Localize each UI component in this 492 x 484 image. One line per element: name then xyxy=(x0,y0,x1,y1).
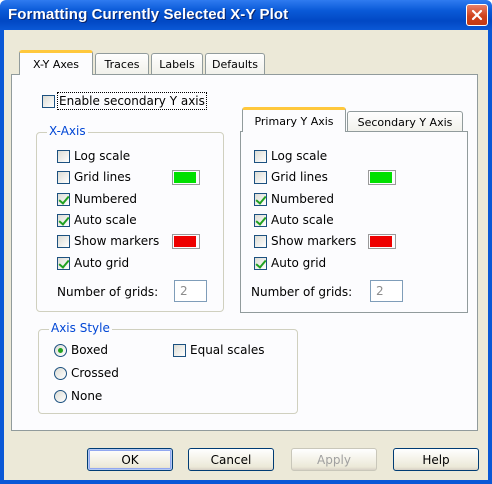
close-icon xyxy=(471,9,483,21)
y-log-scale-label[interactable]: Log scale xyxy=(271,149,327,163)
tab-traces[interactable]: Traces xyxy=(95,53,149,75)
tab-defaults[interactable]: Defaults xyxy=(205,53,265,75)
tab-label: Labels xyxy=(159,58,195,71)
tab-label: Defaults xyxy=(212,58,258,71)
y-numbered-checkbox[interactable] xyxy=(254,193,267,206)
y-grid-lines-label[interactable]: Grid lines xyxy=(271,170,328,184)
axis-style-group-title: Axis Style xyxy=(49,321,112,335)
title-bar[interactable]: Formatting Currently Selected X-Y Plot xyxy=(0,0,492,30)
equal-scales-label[interactable]: Equal scales xyxy=(190,343,264,357)
y-numbered-label[interactable]: Numbered xyxy=(271,192,334,206)
x-grid-lines-label[interactable]: Grid lines xyxy=(74,170,131,184)
x-numbered-label[interactable]: Numbered xyxy=(74,192,137,206)
cancel-button-label: Cancel xyxy=(210,452,252,467)
tab-x-y-axes[interactable]: X-Y Axes xyxy=(19,50,93,75)
y-auto-scale-checkbox[interactable] xyxy=(254,214,267,227)
axis-style-crossed-label[interactable]: Crossed xyxy=(71,366,119,380)
y-grid-color-swatch[interactable] xyxy=(368,170,396,185)
x-grid-color-swatch[interactable] xyxy=(172,170,200,185)
x-grid-lines-checkbox[interactable] xyxy=(57,171,70,184)
enable-secondary-y-label[interactable]: Enable secondary Y axis xyxy=(57,92,207,110)
x-axis-group-title: X-Axis xyxy=(47,124,88,138)
x-log-scale-label[interactable]: Log scale xyxy=(74,149,130,163)
x-marker-color-swatch[interactable] xyxy=(172,234,200,249)
window-title: Formatting Currently Selected X-Y Plot xyxy=(8,6,289,23)
x-log-scale-checkbox[interactable] xyxy=(57,150,70,163)
axis-style-none-label[interactable]: None xyxy=(71,389,102,403)
tab-label: X-Y Axes xyxy=(32,57,80,71)
equal-scales-checkbox[interactable] xyxy=(173,344,186,357)
x-grid-color-fill xyxy=(174,172,196,183)
apply-button-label: Apply xyxy=(317,452,351,467)
ok-button[interactable]: OK xyxy=(87,448,173,471)
x-marker-color-fill xyxy=(174,236,196,247)
y-show-markers-label[interactable]: Show markers xyxy=(271,234,356,248)
help-button-label: Help xyxy=(422,452,450,467)
cancel-button[interactable]: Cancel xyxy=(188,448,274,471)
x-show-markers-label[interactable]: Show markers xyxy=(74,234,159,248)
tab-label: Primary Y Axis xyxy=(254,114,334,128)
y-number-of-grids-label: Number of grids: xyxy=(251,285,353,299)
close-button[interactable] xyxy=(466,4,488,26)
dialog-window: Formatting Currently Selected X-Y Plot X… xyxy=(0,0,492,484)
x-auto-scale-checkbox[interactable] xyxy=(57,214,70,227)
tab-primary-y-axis[interactable]: Primary Y Axis xyxy=(242,107,346,132)
y-auto-grid-label[interactable]: Auto grid xyxy=(271,256,326,270)
tab-labels[interactable]: Labels xyxy=(151,53,203,75)
y-auto-grid-checkbox[interactable] xyxy=(254,257,267,270)
x-numbered-checkbox[interactable] xyxy=(57,193,70,206)
enable-secondary-y-checkbox[interactable] xyxy=(42,95,55,108)
y-log-scale-checkbox[interactable] xyxy=(254,150,267,163)
y-number-of-grids-input[interactable]: 2 xyxy=(370,280,403,302)
tab-label: Secondary Y Axis xyxy=(357,116,453,129)
y-grid-lines-checkbox[interactable] xyxy=(254,171,267,184)
tab-label: Traces xyxy=(104,58,140,71)
y-marker-color-swatch[interactable] xyxy=(368,234,396,249)
y-auto-scale-label[interactable]: Auto scale xyxy=(271,213,334,227)
x-auto-grid-checkbox[interactable] xyxy=(57,257,70,270)
x-number-of-grids-input[interactable]: 2 xyxy=(174,280,207,302)
help-button[interactable]: Help xyxy=(393,448,479,471)
axis-style-boxed-radio[interactable] xyxy=(54,344,67,357)
axis-style-crossed-radio[interactable] xyxy=(54,367,67,380)
apply-button[interactable]: Apply xyxy=(291,448,377,471)
x-show-markers-checkbox[interactable] xyxy=(57,235,70,248)
y-show-markers-checkbox[interactable] xyxy=(254,235,267,248)
ok-button-label: OK xyxy=(121,452,139,467)
y-marker-color-fill xyxy=(370,236,392,247)
y-grid-color-fill xyxy=(370,172,392,183)
x-auto-scale-label[interactable]: Auto scale xyxy=(74,213,137,227)
x-auto-grid-label[interactable]: Auto grid xyxy=(74,256,129,270)
axis-style-boxed-label[interactable]: Boxed xyxy=(71,343,108,357)
tab-secondary-y-axis[interactable]: Secondary Y Axis xyxy=(347,111,463,133)
axis-style-none-radio[interactable] xyxy=(54,390,67,403)
x-number-of-grids-label: Number of grids: xyxy=(57,285,159,299)
